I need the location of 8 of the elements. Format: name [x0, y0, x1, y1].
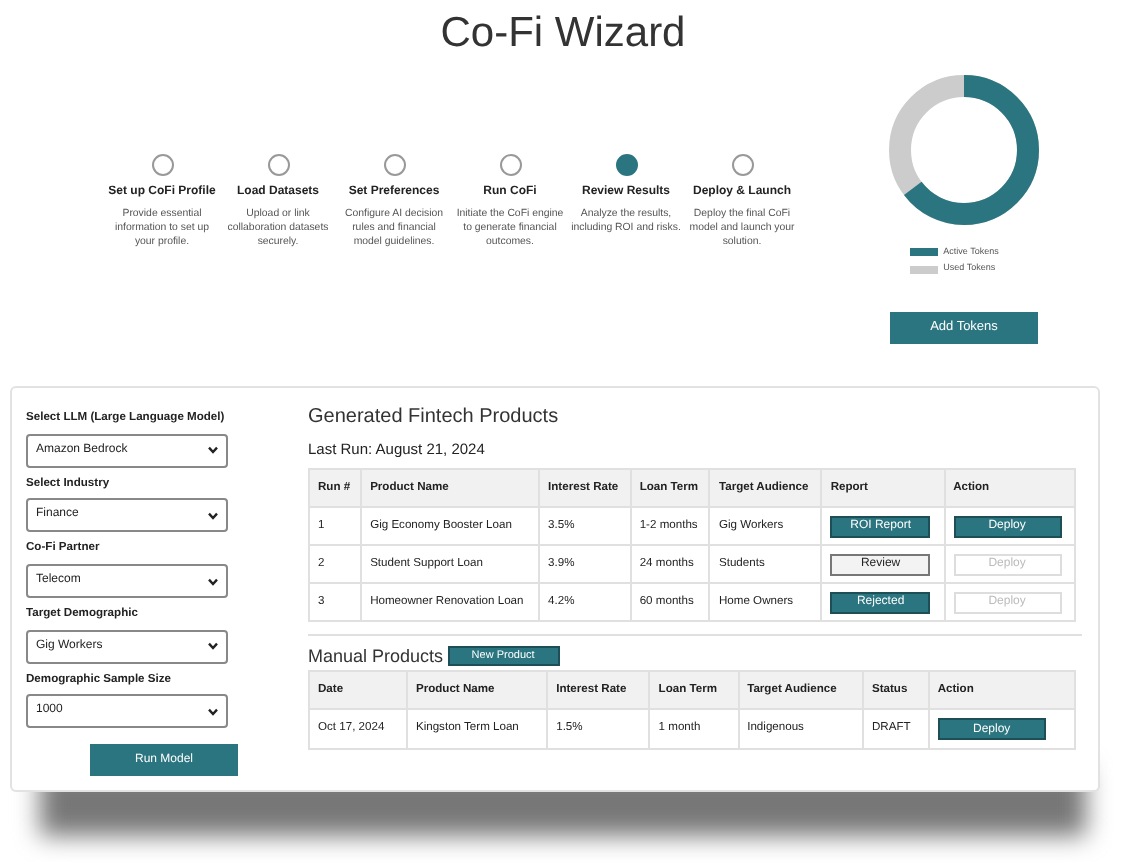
section-title: Manual Products [308, 648, 444, 667]
chevron-down-icon [208, 707, 218, 716]
chevron-down-icon [208, 446, 218, 455]
page-title: Co-Fi Wizard [440, 8, 686, 60]
chevron-down-icon [208, 642, 218, 651]
section-title: Generated Fintech Products [308, 404, 561, 432]
chevron-down-icon [208, 577, 218, 586]
chevron-down-icon [208, 511, 218, 520]
